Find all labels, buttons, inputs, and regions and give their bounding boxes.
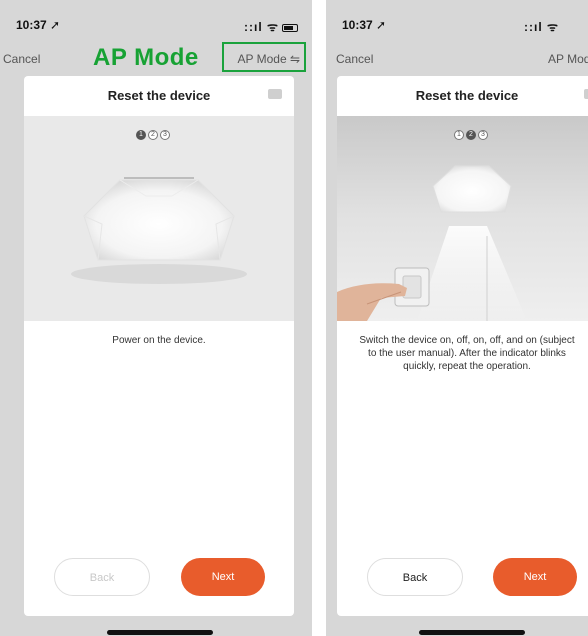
next-button[interactable]: Next — [181, 558, 265, 596]
back-button[interactable]: Back — [367, 558, 463, 596]
ap-mode-annotation: AP Mode — [93, 44, 199, 71]
step-2: 2 — [466, 130, 476, 140]
video-icon[interactable] — [584, 89, 588, 99]
right-phone-screen: 10:37 ➚ ::ıl ᯤ Cancel AP Mod Reset the d… — [326, 0, 588, 636]
ap-mode-highlight — [222, 42, 306, 72]
back-button[interactable]: Back — [54, 558, 150, 596]
nav-bar: Cancel AP Mod — [326, 42, 588, 76]
step-description: Power on the device. — [112, 335, 206, 346]
home-indicator[interactable] — [107, 630, 213, 635]
reset-device-card: Reset the device 123 — [337, 76, 588, 616]
card-title: Reset the device — [415, 88, 519, 103]
step-indicator: 123 — [136, 128, 172, 140]
step-1: 1 — [136, 130, 146, 140]
step-1: 1 — [454, 130, 464, 140]
signal-wifi-icon: ::ıl ᯤ — [524, 20, 559, 34]
status-time: 10:37 ➚ — [342, 18, 387, 32]
ceiling-light-illustration: 123 — [24, 116, 294, 321]
video-icon[interactable] — [268, 89, 282, 99]
reset-device-card: Reset the device 123 — [24, 76, 294, 616]
cancel-button[interactable]: Cancel — [336, 52, 373, 66]
next-button[interactable]: Next — [493, 558, 577, 596]
ap-mode-button[interactable]: AP Mod — [548, 52, 588, 66]
battery-icon — [282, 23, 298, 32]
step-indicator: 123 — [454, 128, 490, 140]
status-bar: 10:37 ➚ ::ıl ᯤ — [0, 14, 312, 38]
room-image — [337, 165, 527, 321]
lamp-image — [71, 177, 247, 284]
ceiling-light-switch-illustration: 123 — [337, 116, 588, 321]
step-description: Switch the device on, off, on, off, and … — [359, 335, 575, 372]
card-title: Reset the device — [107, 88, 211, 103]
step-3: 3 — [478, 130, 488, 140]
status-bar: 10:37 ➚ ::ıl ᯤ — [326, 14, 588, 38]
left-phone-screen: 10:37 ➚ ::ıl ᯤ Cancel AP Mode ⇋ AP Mode … — [0, 0, 312, 636]
step-3: 3 — [160, 130, 170, 140]
step-2: 2 — [148, 130, 158, 140]
cancel-button[interactable]: Cancel — [3, 52, 40, 66]
signal-wifi-icon: ::ıl ᯤ — [244, 18, 298, 35]
status-time: 10:37 ➚ — [16, 18, 61, 32]
home-indicator[interactable] — [419, 630, 525, 635]
